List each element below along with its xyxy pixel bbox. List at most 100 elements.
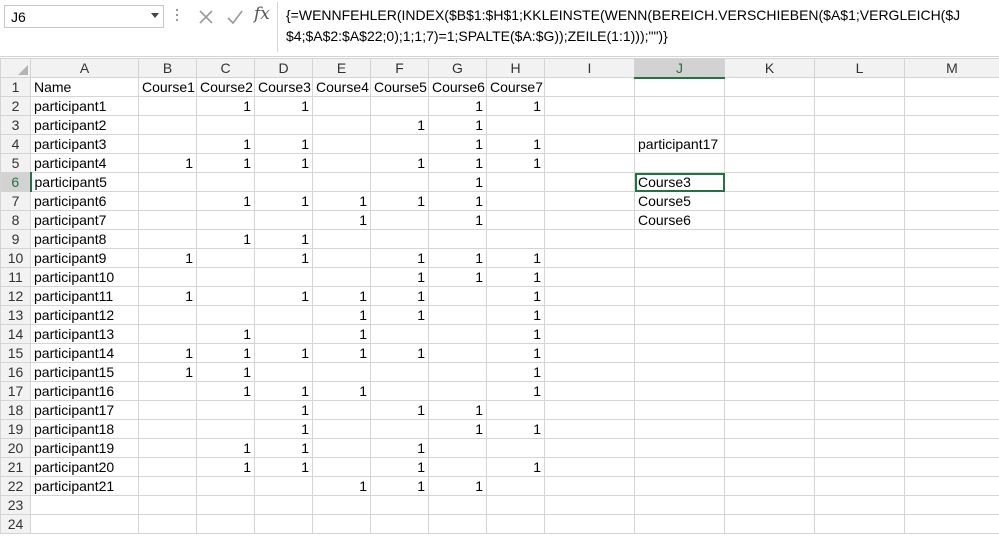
cell-i10[interactable] bbox=[544, 248, 635, 268]
row-header-10[interactable]: 10 bbox=[0, 248, 31, 268]
cell-f10[interactable]: 1 bbox=[370, 248, 429, 268]
cell-a15[interactable]: participant14 bbox=[30, 343, 139, 363]
cell-j16[interactable] bbox=[634, 362, 725, 382]
cell-f9[interactable] bbox=[370, 229, 429, 249]
cell-h9[interactable] bbox=[486, 229, 545, 249]
cell-d20[interactable]: 1 bbox=[254, 438, 313, 458]
cell-k1[interactable] bbox=[724, 77, 815, 97]
cell-c9[interactable]: 1 bbox=[196, 229, 255, 249]
cell-e11[interactable] bbox=[312, 267, 371, 287]
cell-b2[interactable] bbox=[138, 96, 197, 116]
cell-c18[interactable] bbox=[196, 400, 255, 420]
cell-j21[interactable] bbox=[634, 457, 725, 477]
cell-m9[interactable] bbox=[904, 229, 999, 249]
cell-g6[interactable]: 1 bbox=[428, 172, 487, 192]
cell-c4[interactable]: 1 bbox=[196, 134, 255, 154]
cell-g19[interactable]: 1 bbox=[428, 419, 487, 439]
row-header-15[interactable]: 15 bbox=[0, 343, 31, 363]
cell-e16[interactable] bbox=[312, 362, 371, 382]
cell-m21[interactable] bbox=[904, 457, 999, 477]
cell-l19[interactable] bbox=[814, 419, 905, 439]
cell-d19[interactable]: 1 bbox=[254, 419, 313, 439]
cell-a3[interactable]: participant2 bbox=[30, 115, 139, 135]
cell-i23[interactable] bbox=[544, 495, 635, 515]
cell-h14[interactable]: 1 bbox=[486, 324, 545, 344]
cell-e4[interactable] bbox=[312, 134, 371, 154]
row-header-13[interactable]: 13 bbox=[0, 305, 31, 325]
cell-j1[interactable] bbox=[634, 77, 725, 97]
cell-i8[interactable] bbox=[544, 210, 635, 230]
cell-i3[interactable] bbox=[544, 115, 635, 135]
cell-m14[interactable] bbox=[904, 324, 999, 344]
cell-c24[interactable] bbox=[196, 514, 255, 534]
cell-c19[interactable] bbox=[196, 419, 255, 439]
cell-j19[interactable] bbox=[634, 419, 725, 439]
cell-f24[interactable] bbox=[370, 514, 429, 534]
cell-j17[interactable] bbox=[634, 381, 725, 401]
cell-m24[interactable] bbox=[904, 514, 999, 534]
cell-j6[interactable]: Course3 bbox=[634, 172, 725, 192]
cell-d8[interactable] bbox=[254, 210, 313, 230]
cell-l5[interactable] bbox=[814, 153, 905, 173]
cell-k23[interactable] bbox=[724, 495, 815, 515]
select-all-corner[interactable] bbox=[0, 58, 31, 78]
row-header-9[interactable]: 9 bbox=[0, 229, 31, 249]
cell-b15[interactable]: 1 bbox=[138, 343, 197, 363]
cell-g21[interactable] bbox=[428, 457, 487, 477]
cell-l10[interactable] bbox=[814, 248, 905, 268]
cell-d7[interactable]: 1 bbox=[254, 191, 313, 211]
cell-e19[interactable] bbox=[312, 419, 371, 439]
cell-l14[interactable] bbox=[814, 324, 905, 344]
cell-m15[interactable] bbox=[904, 343, 999, 363]
cell-j22[interactable] bbox=[634, 476, 725, 496]
row-header-17[interactable]: 17 bbox=[0, 381, 31, 401]
cell-h19[interactable]: 1 bbox=[486, 419, 545, 439]
cancel-icon[interactable] bbox=[195, 6, 217, 28]
cell-l9[interactable] bbox=[814, 229, 905, 249]
cell-h3[interactable] bbox=[486, 115, 545, 135]
cell-e3[interactable] bbox=[312, 115, 371, 135]
cell-a7[interactable]: participant6 bbox=[30, 191, 139, 211]
cell-m8[interactable] bbox=[904, 210, 999, 230]
cell-i9[interactable] bbox=[544, 229, 635, 249]
cell-h10[interactable]: 1 bbox=[486, 248, 545, 268]
cell-k15[interactable] bbox=[724, 343, 815, 363]
cell-i24[interactable] bbox=[544, 514, 635, 534]
cell-k10[interactable] bbox=[724, 248, 815, 268]
cell-k22[interactable] bbox=[724, 476, 815, 496]
cell-a11[interactable]: participant10 bbox=[30, 267, 139, 287]
cell-h22[interactable] bbox=[486, 476, 545, 496]
cell-f21[interactable]: 1 bbox=[370, 457, 429, 477]
cell-k18[interactable] bbox=[724, 400, 815, 420]
cell-i1[interactable] bbox=[544, 77, 635, 97]
cell-e23[interactable] bbox=[312, 495, 371, 515]
row-header-5[interactable]: 5 bbox=[0, 153, 31, 173]
formula-input[interactable]: {=WENNFEHLER(INDEX($B$1:$H$1;KKLEINSTE(W… bbox=[277, 2, 998, 52]
column-header-k[interactable]: K bbox=[724, 58, 815, 78]
row-header-3[interactable]: 3 bbox=[0, 115, 31, 135]
cell-k5[interactable] bbox=[724, 153, 815, 173]
row-header-19[interactable]: 19 bbox=[0, 419, 31, 439]
cell-f6[interactable] bbox=[370, 172, 429, 192]
cell-k14[interactable] bbox=[724, 324, 815, 344]
column-header-g[interactable]: G bbox=[428, 58, 487, 78]
cell-l16[interactable] bbox=[814, 362, 905, 382]
row-header-21[interactable]: 21 bbox=[0, 457, 31, 477]
cell-e15[interactable]: 1 bbox=[312, 343, 371, 363]
cell-l18[interactable] bbox=[814, 400, 905, 420]
cell-c8[interactable] bbox=[196, 210, 255, 230]
cell-e20[interactable] bbox=[312, 438, 371, 458]
column-header-l[interactable]: L bbox=[814, 58, 905, 78]
row-header-20[interactable]: 20 bbox=[0, 438, 31, 458]
cell-i11[interactable] bbox=[544, 267, 635, 287]
row-header-24[interactable]: 24 bbox=[0, 514, 31, 534]
cell-e6[interactable] bbox=[312, 172, 371, 192]
cell-c11[interactable] bbox=[196, 267, 255, 287]
cell-k2[interactable] bbox=[724, 96, 815, 116]
cell-c3[interactable] bbox=[196, 115, 255, 135]
row-header-1[interactable]: 1 bbox=[0, 77, 31, 97]
cell-m4[interactable] bbox=[904, 134, 999, 154]
cell-b8[interactable] bbox=[138, 210, 197, 230]
cell-e21[interactable] bbox=[312, 457, 371, 477]
cell-e2[interactable] bbox=[312, 96, 371, 116]
